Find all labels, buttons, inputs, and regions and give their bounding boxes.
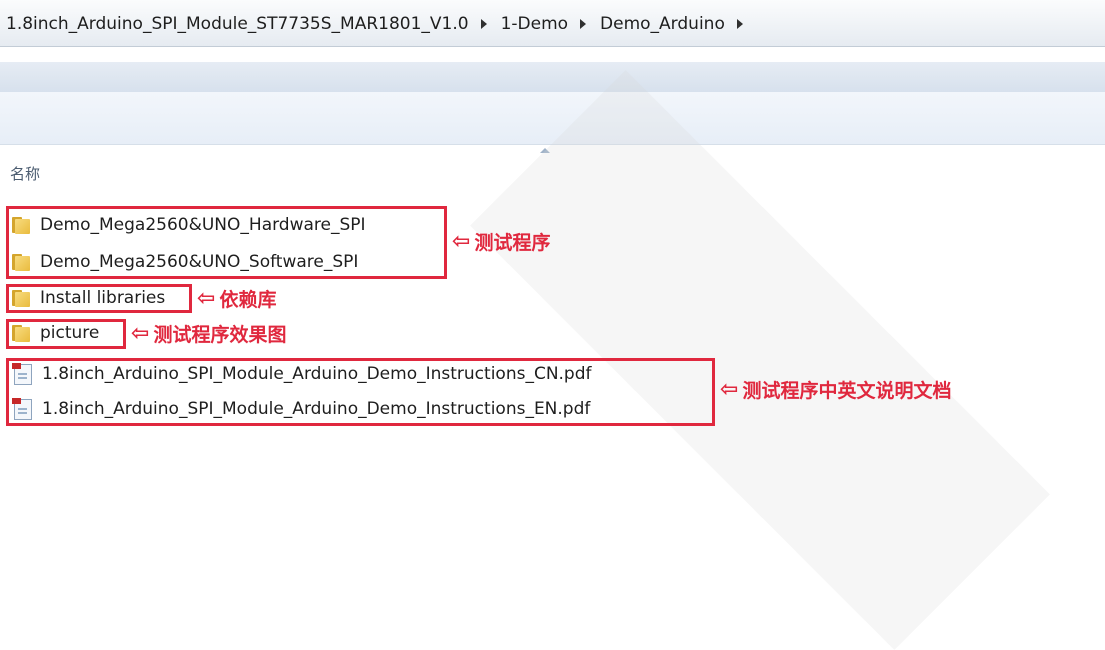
toolbar xyxy=(0,62,1105,92)
breadcrumb: 1.8inch_Arduino_SPI_Module_ST7735S_MAR18… xyxy=(6,12,1105,36)
breadcrumb-item-demo[interactable]: 1-Demo xyxy=(501,14,568,34)
annotation-text: 测试程序中英文说明文档 xyxy=(742,380,952,402)
arrow-left-icon: ⇦ xyxy=(720,377,739,402)
breadcrumb-item-demo-arduino[interactable]: Demo_Arduino xyxy=(600,14,725,34)
annotation-picture: ⇦ 测试程序效果图 xyxy=(131,320,286,347)
highlight-box-picture xyxy=(6,319,126,349)
arrow-left-icon: ⇦ xyxy=(452,229,471,254)
chevron-right-icon[interactable] xyxy=(580,19,587,29)
breadcrumb-item-module[interactable]: 1.8inch_Arduino_SPI_Module_ST7735S_MAR18… xyxy=(6,14,469,34)
column-header-name[interactable]: 名称 xyxy=(10,163,40,184)
annotation-text: 依赖库 xyxy=(219,289,277,311)
annotation-docs: ⇦ 测试程序中英文说明文档 xyxy=(720,376,951,403)
highlight-box-libraries xyxy=(6,284,192,313)
chevron-right-icon[interactable] xyxy=(736,19,743,29)
annotation-text: 测试程序效果图 xyxy=(153,324,287,346)
highlight-box-docs xyxy=(6,358,715,426)
arrow-left-icon: ⇦ xyxy=(197,286,216,311)
annotation-demos: ⇦ 测试程序 xyxy=(452,228,550,255)
annotation-libraries: ⇦ 依赖库 xyxy=(197,285,276,312)
arrow-left-icon: ⇦ xyxy=(131,321,150,346)
highlight-box-demos xyxy=(6,206,447,279)
chevron-right-icon[interactable] xyxy=(480,19,487,29)
toolbar-secondary xyxy=(0,92,1105,145)
address-bar[interactable]: 1.8inch_Arduino_SPI_Module_ST7735S_MAR18… xyxy=(0,0,1105,47)
annotation-text: 测试程序 xyxy=(474,232,551,254)
